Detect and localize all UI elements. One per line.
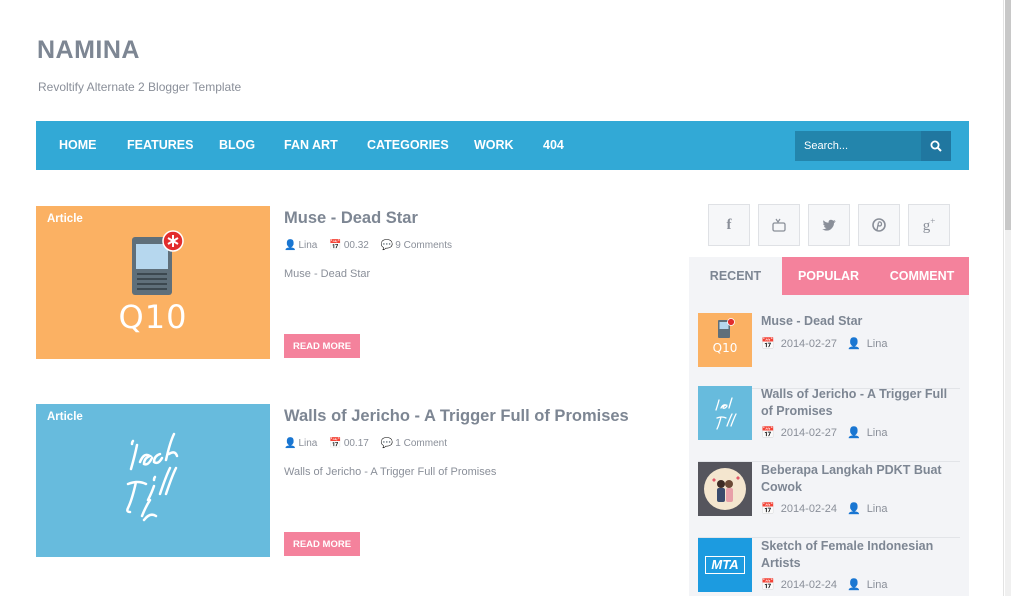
user-icon: 👤 <box>284 240 297 251</box>
nav-fan-art[interactable]: FAN ART <box>284 138 338 152</box>
phone-illustration <box>718 318 735 338</box>
post-category-label[interactable]: Article <box>47 411 83 423</box>
comments-icon: 💬 <box>380 240 394 251</box>
recent-post-author[interactable]: Lina <box>867 503 888 515</box>
jack-and-jill-lettering <box>126 432 179 522</box>
post-author[interactable]: Lina <box>298 438 317 449</box>
comments-icon: 💬 <box>380 438 394 449</box>
user-icon: 👤 <box>284 438 297 449</box>
blog-description: Revoltify Alternate 2 Blogger Template <box>38 80 242 94</box>
recent-post-item: Beberapa Langkah PDKT Buat Cowok 📅 2014-… <box>698 462 960 538</box>
nav-404[interactable]: 404 <box>543 138 564 152</box>
recent-post-author[interactable]: Lina <box>867 338 888 350</box>
recent-post-title[interactable]: Sketch of Female Indonesian Artists <box>761 538 959 572</box>
post-author[interactable]: Lina <box>298 240 317 251</box>
recent-post-thumb[interactable]: MTA <box>698 538 752 592</box>
user-icon: 👤 <box>846 427 861 439</box>
nav-features[interactable]: FEATURES <box>127 138 193 152</box>
main-navbar: HOME FEATURES BLOG FAN ART CATEGORIES WO… <box>36 121 969 170</box>
vertical-scrollbar[interactable] <box>1005 0 1011 596</box>
post-title[interactable]: Walls of Jericho - A Trigger Full of Pro… <box>284 407 629 426</box>
calendar-icon: 📅 <box>329 438 342 449</box>
search-input[interactable] <box>795 131 921 161</box>
nav-blog[interactable]: BLOG <box>219 138 255 152</box>
jack-and-jill-lettering <box>715 397 737 430</box>
post-thumbnail[interactable]: Q10 Article <box>36 206 270 359</box>
user-icon: 👤 <box>846 338 861 350</box>
post-item: Q10 Article Muse - Dead Star 👤 Lina 📅 00.3… <box>36 206 676 359</box>
phone-illustration <box>132 230 184 295</box>
pinterest-icon[interactable] <box>858 204 900 246</box>
tab-recent[interactable]: RECENT <box>689 257 782 295</box>
facebook-icon[interactable]: f <box>708 204 750 246</box>
recent-post-meta: 📅 2014-02-24 👤 Lina <box>761 502 888 516</box>
page-edge-divider <box>1003 0 1004 596</box>
twitter-icon[interactable] <box>808 204 850 246</box>
calendar-icon: 📅 <box>329 240 342 251</box>
recent-post-author[interactable]: Lina <box>867 579 888 591</box>
calendar-icon: 📅 <box>761 427 775 439</box>
search-button[interactable] <box>921 131 951 161</box>
recent-post-meta: 📅 2014-02-24 👤 Lina <box>761 578 888 592</box>
google-plus-icon[interactable]: g+ <box>908 204 950 246</box>
recent-post-thumb[interactable] <box>698 386 752 440</box>
read-more-button[interactable]: READ MORE <box>284 532 360 556</box>
recent-post-title[interactable]: Walls of Jericho - A Trigger Full of Pro… <box>761 386 959 420</box>
recent-post-meta: 📅 2014-02-27 👤 Lina <box>761 337 888 351</box>
read-more-button[interactable]: READ MORE <box>284 334 360 358</box>
recent-post-title[interactable]: Beberapa Langkah PDKT Buat Cowok <box>761 462 959 496</box>
post-time[interactable]: 00.32 <box>344 240 369 251</box>
recent-post-author[interactable]: Lina <box>867 427 888 439</box>
post-comments[interactable]: 9 Comments <box>395 240 452 251</box>
nav-work[interactable]: WORK <box>474 138 514 152</box>
thumb-text: MTA <box>705 556 745 574</box>
calendar-icon: 📅 <box>761 338 775 350</box>
tab-comment[interactable]: COMMENT <box>875 257 969 295</box>
post-comments[interactable]: 1 Comment <box>395 438 447 449</box>
couple-illustration <box>704 468 746 510</box>
blog-title[interactable]: NAMINA <box>37 36 140 65</box>
nav-home[interactable]: HOME <box>59 138 97 152</box>
social-buttons: f g+ <box>708 204 950 246</box>
recent-post-date: 2014-02-27 <box>780 337 837 350</box>
post-meta: 👤 Lina 📅 00.32 💬 9 Comments <box>284 240 452 251</box>
search-box <box>795 131 951 161</box>
recent-post-item: Q10 Muse - Dead Star 📅 2014-02-27 👤 Lina <box>698 313 960 389</box>
tab-popular[interactable]: POPULAR <box>782 257 875 295</box>
scrollbar-thumb[interactable] <box>1005 0 1011 230</box>
post-time[interactable]: 00.17 <box>344 438 369 449</box>
recent-post-meta: 📅 2014-02-27 👤 Lina <box>761 426 888 440</box>
recent-post-title[interactable]: Muse - Dead Star <box>761 313 959 330</box>
recent-post-date: 2014-02-27 <box>780 426 837 439</box>
calendar-icon: 📅 <box>761 579 775 591</box>
post-excerpt: Muse - Dead Star <box>284 268 371 280</box>
post-title[interactable]: Muse - Dead Star <box>284 209 418 228</box>
post-category-label[interactable]: Article <box>47 213 83 225</box>
recent-post-thumb[interactable]: Q10 <box>698 313 752 367</box>
recent-posts-panel: Q10 Muse - Dead Star 📅 2014-02-27 👤 Lina… <box>689 295 969 596</box>
recent-post-item: MTA Sketch of Female Indonesian Artists … <box>698 538 960 596</box>
recent-post-item: Walls of Jericho - A Trigger Full of Pro… <box>698 386 960 462</box>
post-excerpt: Walls of Jericho - A Trigger Full of Pro… <box>284 466 497 478</box>
user-icon: 👤 <box>846 579 861 591</box>
youtube-icon[interactable] <box>758 204 800 246</box>
calendar-icon: 📅 <box>761 503 775 515</box>
user-icon: 👤 <box>846 503 861 515</box>
recent-post-date: 2014-02-24 <box>780 578 837 591</box>
thumb-text: Q10 <box>118 298 188 336</box>
post-meta: 👤 Lina 📅 00.17 💬 1 Comment <box>284 438 447 449</box>
post-thumbnail[interactable]: Article <box>36 404 270 557</box>
thumb-text: Q10 <box>712 341 738 355</box>
post-item: Article Walls of Jericho - A Trigger Ful… <box>36 404 676 557</box>
recent-post-thumb[interactable] <box>698 462 752 516</box>
sidebar-tabs: RECENT POPULAR COMMENT <box>689 257 969 295</box>
recent-post-date: 2014-02-24 <box>780 502 837 515</box>
nav-categories[interactable]: CATEGORIES <box>367 138 449 152</box>
search-icon <box>930 140 942 152</box>
